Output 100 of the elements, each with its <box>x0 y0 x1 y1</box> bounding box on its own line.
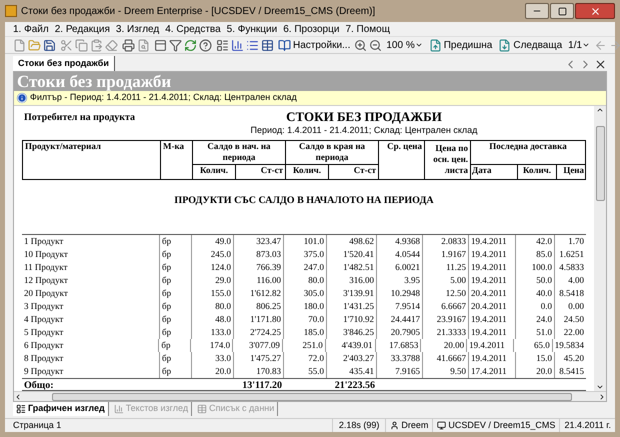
table-cell: 3 Продукт <box>22 300 160 313</box>
table-cell: 806.25 <box>234 300 284 313</box>
menu-item[interactable]: 3. Изглед <box>116 22 160 36</box>
column-header: Продукт/материал <box>23 141 161 179</box>
view-tab[interactable]: Графичен изглед <box>13 402 109 416</box>
table-cell: 3'846.25 <box>327 326 377 339</box>
filter-icon[interactable] <box>169 38 182 52</box>
close-button[interactable] <box>575 3 615 19</box>
menu-item[interactable]: 5. Функции <box>226 22 278 36</box>
page-dropdown[interactable]: 1/1 <box>566 38 592 52</box>
book-icon <box>278 38 291 52</box>
table-cell: бр <box>160 235 192 248</box>
zoom-in-icon[interactable] <box>354 38 368 52</box>
horizontal-scrollbar[interactable] <box>14 391 606 401</box>
table-cell: 12.50 <box>423 287 469 300</box>
save-icon[interactable] <box>43 38 56 52</box>
table-cell: 498.62 <box>327 235 377 248</box>
table-cell: 1'171.80 <box>234 313 284 326</box>
table-cell: 20.4.2011 <box>469 300 516 313</box>
table-cell: бр <box>160 326 192 339</box>
table-cell: 11 Продукт <box>22 261 160 274</box>
table-cell: 323.47 <box>234 235 284 248</box>
table-cell: бр <box>160 300 192 313</box>
zoom-out-icon[interactable] <box>369 38 382 52</box>
table-cell: 19.4.2011 <box>469 274 516 287</box>
table-cell: бр <box>160 261 192 274</box>
table-cell-text: 8.5415 <box>558 365 585 378</box>
table-cell: 17.4.2011 <box>469 365 516 378</box>
table-cell: бр <box>160 274 192 287</box>
table-cell: 19.4.2011 <box>469 352 516 365</box>
layout-icon <box>16 404 26 414</box>
list-icon[interactable] <box>246 38 259 52</box>
scroll-down-icon[interactable] <box>596 383 604 391</box>
table-cell: 1'482.51 <box>327 261 377 274</box>
table-cell: 316.00 <box>327 274 377 287</box>
table-cell: 10.2948 <box>377 287 423 300</box>
menu-item[interactable]: 6. Прозорци <box>283 22 340 36</box>
table-cell: 247.0 <box>284 261 327 274</box>
table-cell: 180.0 <box>284 300 327 313</box>
section-title: ПРОДУКТИ СЪС САЛДО В НАЧАЛОТО НА ПЕРИОДА <box>173 194 435 208</box>
status-timing: 2.18s (99) <box>332 418 386 432</box>
table-cell-text: 8.5418 <box>558 287 585 300</box>
table-cell: 133.0 <box>192 326 234 339</box>
layout-icon[interactable] <box>216 38 229 52</box>
table-cell: 20.7905 <box>377 326 423 339</box>
status-date: 21.4.2011 г. <box>559 418 615 432</box>
table-cell: 33.3788 <box>377 352 423 365</box>
menu-item[interactable]: 2. Редакция <box>54 22 110 36</box>
column-header: Дата <box>471 165 518 179</box>
menu-item[interactable]: 7. Помощ <box>345 22 390 36</box>
close-tab-icon[interactable] <box>594 58 607 71</box>
table-cell: 6.0021 <box>377 261 423 274</box>
filter-bar: Филтър - Период: 1.4.2011 - 21.4.2011; Склад: Централен склад <box>14 91 606 106</box>
column-header: Ст-ст <box>352 165 377 177</box>
table-cell: 19.4.2011 <box>467 339 514 352</box>
previous-button[interactable]: Предишна <box>426 38 494 52</box>
table-cell: 7.9165 <box>377 365 423 378</box>
maximize-button[interactable] <box>550 3 574 19</box>
table-cell-text: 4.00 <box>567 274 585 287</box>
table-cell: 7.9514 <box>377 300 423 313</box>
zoom-dropdown[interactable]: 100 % <box>384 38 425 52</box>
table-cell: 174.0 <box>191 339 234 352</box>
minimize-button[interactable] <box>525 3 549 19</box>
scroll-right-icon[interactable] <box>598 392 606 400</box>
table-cell: 873.03 <box>234 248 284 261</box>
table-cell: 24.0 <box>516 313 555 326</box>
vertical-scrollbar[interactable] <box>594 106 606 391</box>
settings-button[interactable]: Настройки... <box>276 38 352 52</box>
table-cell: 116.00 <box>234 274 284 287</box>
table-cell: 1'710.92 <box>327 313 377 326</box>
menu-item[interactable]: 1. Файл <box>13 22 49 36</box>
table-cell: бр <box>160 352 192 365</box>
printer-icon[interactable] <box>122 38 135 52</box>
table-cell: 5 Продукт <box>22 326 160 339</box>
next-button[interactable]: Следваща <box>496 38 564 52</box>
table-cell: 80.0 <box>192 300 234 313</box>
refresh-icon[interactable] <box>184 38 197 52</box>
scroll-thumb[interactable] <box>52 392 572 400</box>
scroll-up-icon[interactable] <box>596 106 604 114</box>
menu-item[interactable]: 4. Средства <box>165 22 221 36</box>
table-cell: 1'431.25 <box>327 300 377 313</box>
table-cell: 435.41 <box>327 365 377 378</box>
column-header: Ст-ст <box>260 165 284 177</box>
chart-icon[interactable] <box>231 38 244 52</box>
table-cell: 70.0 <box>284 313 327 326</box>
table-icon[interactable] <box>261 38 274 52</box>
table-cell: 4.9368 <box>377 235 423 248</box>
app-icon <box>5 5 17 17</box>
maximize-icon <box>558 6 566 16</box>
window-icon[interactable] <box>154 38 167 52</box>
scroll-thumb[interactable] <box>596 126 604 201</box>
scroll-left-icon[interactable] <box>14 392 22 400</box>
table-cell: 6.6667 <box>423 300 469 313</box>
document-tab[interactable]: Стоки без продажби <box>13 56 115 71</box>
table-cell: 20.4.2011 <box>469 287 516 300</box>
table-cell: 155.0 <box>192 287 234 300</box>
table-cell: 24.4417 <box>377 313 423 326</box>
help-icon[interactable] <box>199 38 212 52</box>
report-title: СТОКИ БЕЗ ПРОДАЖБИ <box>285 109 443 124</box>
column-header: Колич. <box>518 165 557 179</box>
